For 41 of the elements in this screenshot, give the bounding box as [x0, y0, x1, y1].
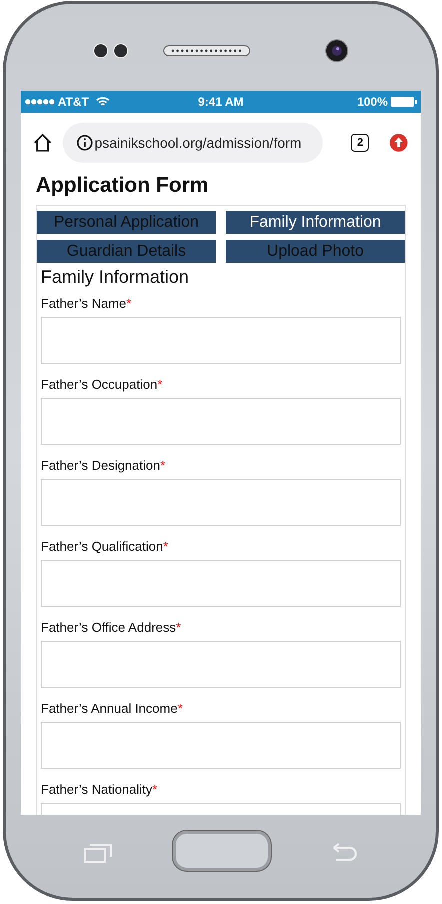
required-mark: * — [158, 376, 163, 394]
signal-icon — [25, 99, 55, 105]
form-tab[interactable]: Family Information — [226, 211, 405, 234]
page-title: Application Form — [35, 173, 210, 199]
camera-icon — [325, 38, 349, 62]
field-label: Father’s Nationality — [41, 781, 153, 799]
required-mark: * — [163, 538, 168, 556]
battery-text: 100% — [357, 94, 388, 111]
home-button[interactable] — [173, 831, 271, 871]
url-text: psainikschool.org/admission/form — [94, 134, 302, 153]
carrier-text: AT&T — [58, 94, 90, 111]
battery-icon — [391, 97, 418, 107]
recent-apps-icon[interactable] — [84, 843, 112, 863]
input-field[interactable] — [41, 560, 401, 607]
speaker-grille-icon — [163, 44, 251, 56]
address-bar[interactable]: psainikschool.org/admission/form — [62, 123, 324, 163]
wifi-icon — [96, 97, 110, 107]
field-label: Father’s Name — [41, 295, 126, 313]
field-label: Father’s Qualification — [41, 538, 164, 556]
section-title: Family Information — [40, 266, 190, 289]
input-field[interactable] — [41, 398, 401, 445]
input-field[interactable] — [41, 479, 401, 526]
field-label: Father’s Designation — [41, 457, 160, 475]
required-mark: * — [126, 295, 132, 313]
input-field[interactable] — [41, 317, 401, 364]
required-mark: * — [176, 619, 182, 637]
upload-icon[interactable] — [389, 133, 409, 153]
input-field[interactable] — [41, 641, 401, 688]
home-icon[interactable] — [33, 133, 53, 153]
tab-count-button[interactable]: 2 — [351, 134, 370, 152]
info-icon[interactable] — [76, 135, 93, 151]
field-label: Father’s Annual Income — [41, 700, 178, 718]
input-field[interactable] — [41, 722, 401, 769]
required-mark: * — [152, 781, 158, 799]
time-text: 9:41 AM — [198, 94, 244, 111]
field-label: Father’s Occupation — [41, 376, 158, 394]
required-mark: * — [178, 700, 183, 718]
back-icon[interactable] — [332, 843, 358, 863]
field-label: Father’s Office Address — [41, 619, 176, 637]
required-mark: * — [160, 457, 166, 475]
sensor-icon — [93, 42, 129, 58]
